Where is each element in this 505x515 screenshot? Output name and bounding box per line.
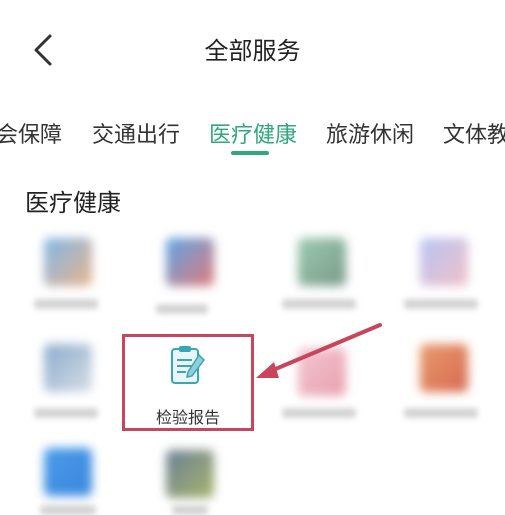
service-icon <box>44 238 92 286</box>
section-title: 医疗健康 <box>25 189 121 217</box>
highlight-box <box>122 334 254 431</box>
service-label <box>156 304 208 314</box>
service-label <box>34 408 98 418</box>
service-label <box>172 505 208 515</box>
service-icon <box>44 448 92 496</box>
tab-medical-health[interactable]: 医疗健康 <box>209 117 297 149</box>
service-label <box>404 299 478 309</box>
service-icon <box>166 450 214 498</box>
service-label <box>404 408 478 418</box>
service-icon <box>298 348 346 396</box>
service-icon <box>166 238 214 286</box>
service-label <box>34 299 98 309</box>
tab-transport[interactable]: 交通出行 <box>92 117 180 149</box>
service-icon <box>420 238 468 286</box>
header: 全部服务 <box>0 0 505 96</box>
tab-travel-leisure[interactable]: 旅游休闲 <box>326 117 414 149</box>
tab-culture-sports[interactable]: 文体教 <box>443 117 505 149</box>
service-label <box>40 505 96 515</box>
active-tab-indicator <box>231 151 269 155</box>
service-icon <box>420 344 468 392</box>
service-label <box>282 408 356 418</box>
service-icon <box>44 344 92 392</box>
service-label <box>282 299 356 309</box>
service-icon <box>298 238 346 286</box>
tab-social-security[interactable]: 会保障 <box>0 117 62 149</box>
page-title: 全部服务 <box>204 37 301 65</box>
